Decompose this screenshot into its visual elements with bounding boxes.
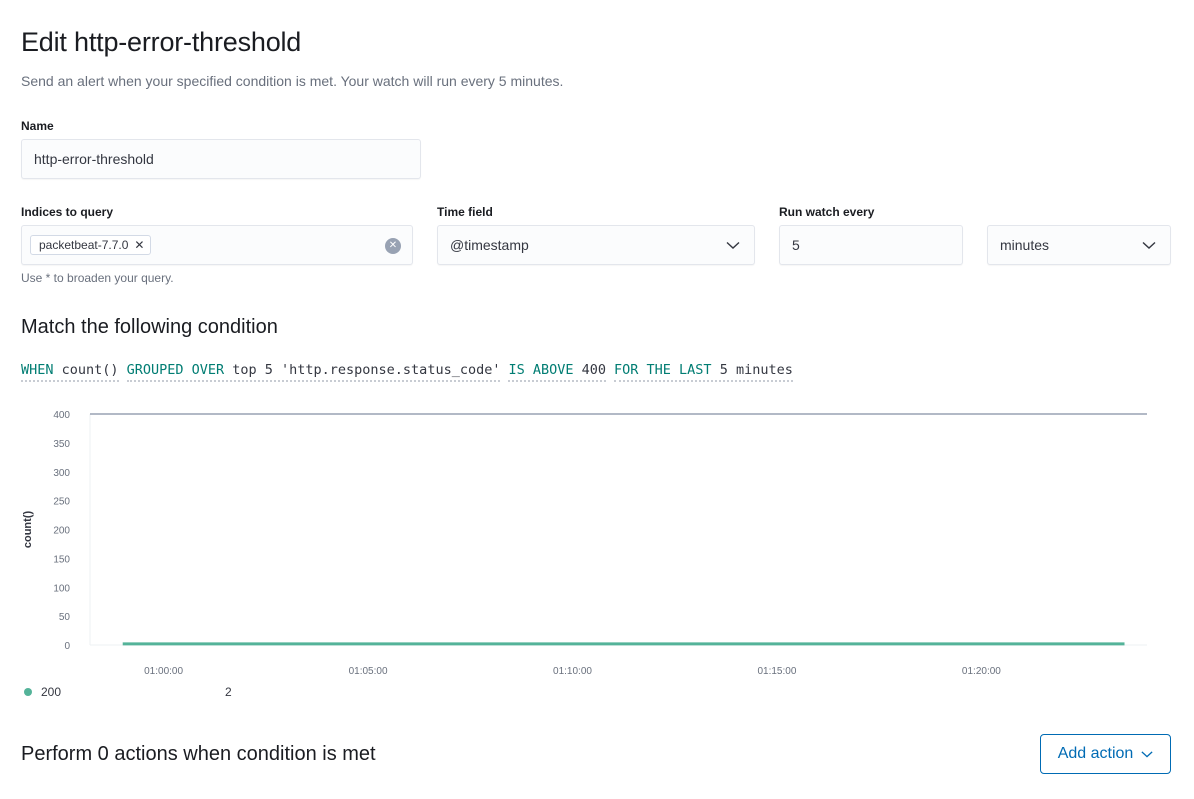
clear-icon[interactable]: ✕	[385, 238, 401, 254]
time-field-value: @timestamp	[450, 237, 529, 253]
indices-combobox[interactable]: packetbeat-7.7.0 ✕ ✕	[21, 225, 413, 265]
threshold-chart: 0 50 100 150 200 250 300 350 400 count() 01:00:00 0…	[22, 410, 1147, 677]
y-tick-label: 400	[53, 410, 70, 421]
index-pill-label: packetbeat-7.7.0	[39, 238, 129, 252]
when-keyword: WHEN	[21, 362, 54, 378]
run-every-input[interactable]: 5	[779, 225, 963, 265]
time-field-label: Time field	[437, 205, 493, 219]
run-every-unit-select[interactable]: minutes	[987, 225, 1171, 265]
y-tick-label: 150	[53, 554, 70, 565]
name-input-value: http-error-threshold	[34, 151, 154, 167]
y-tick-label: 50	[59, 612, 71, 623]
x-tick-label: 01:20:00	[962, 666, 1001, 677]
x-tick-label: 01:10:00	[553, 666, 592, 677]
x-tick-label: 01:05:00	[349, 666, 388, 677]
name-input[interactable]: http-error-threshold	[21, 139, 421, 179]
when-value: count()	[61, 362, 119, 378]
condition-title: Match the following condition	[21, 316, 278, 338]
grouped-over-value: top 5 'http.response.status_code'	[232, 362, 501, 378]
time-window-value: 5 minutes	[719, 362, 793, 378]
add-action-button[interactable]: Add action	[1040, 734, 1171, 774]
indices-label: Indices to query	[21, 205, 114, 219]
grouped-over-keyword: GROUPED OVER	[126, 362, 225, 378]
run-every-label: Run watch every	[779, 205, 875, 219]
remove-pill-icon[interactable]: ✕	[134, 238, 144, 252]
x-tick-label: 01:15:00	[757, 666, 796, 677]
chevron-down-icon	[1141, 751, 1153, 758]
threshold-expression[interactable]: IS ABOVE 400	[508, 362, 607, 382]
legend-series-name[interactable]: 200	[41, 685, 61, 699]
y-tick-label: 350	[53, 439, 70, 450]
time-field-select[interactable]: @timestamp	[437, 225, 755, 265]
y-tick-label: 250	[53, 497, 70, 508]
indices-help-text: Use * to broaden your query.	[21, 271, 174, 285]
chevron-down-icon	[726, 241, 740, 249]
time-window-expression[interactable]: FOR THE LAST 5 minutes	[614, 362, 793, 382]
threshold-value: 400	[581, 362, 607, 378]
actions-title: Perform 0 actions when condition is met	[21, 743, 376, 765]
chart-legend: 200 2	[21, 685, 232, 699]
y-tick-label: 100	[53, 583, 70, 594]
grouped-over-expression[interactable]: GROUPED OVER top 5 'http.response.status…	[126, 362, 501, 382]
legend-dot-icon	[24, 688, 32, 696]
condition-expression: WHEN count() GROUPED OVER top 5 'http.res…	[21, 362, 793, 382]
y-tick-label: 200	[53, 526, 70, 537]
y-tick-label: 0	[64, 641, 70, 652]
chevron-down-icon	[1142, 241, 1156, 249]
is-above-keyword: IS ABOVE	[508, 362, 574, 378]
run-every-value: 5	[792, 237, 800, 253]
for-the-last-keyword: FOR THE LAST	[614, 362, 712, 378]
when-expression[interactable]: WHEN count()	[21, 362, 119, 382]
index-pill: packetbeat-7.7.0 ✕	[30, 235, 152, 255]
name-label: Name	[21, 119, 54, 133]
y-axis-title: count()	[22, 511, 34, 549]
y-tick-label: 300	[53, 468, 70, 479]
page-subtitle: Send an alert when your specified condit…	[21, 73, 564, 89]
run-every-unit-value: minutes	[1000, 237, 1050, 253]
add-action-label: Add action	[1057, 745, 1134, 762]
page-title: Edit http-error-threshold	[21, 27, 302, 57]
legend-series-value: 2	[225, 685, 232, 699]
x-tick-label: 01:00:00	[144, 666, 183, 677]
